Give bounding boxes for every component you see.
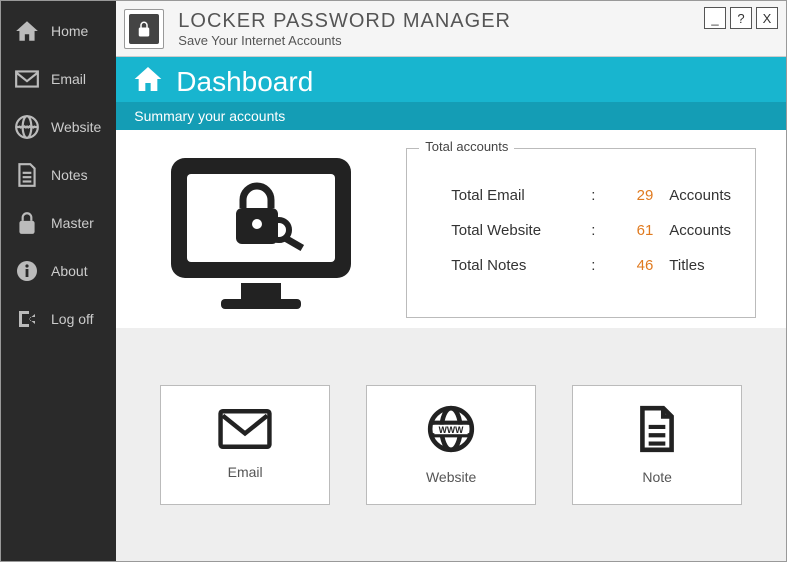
sidebar-item-master[interactable]: Master xyxy=(1,199,116,247)
app-subtitle: Save Your Internet Accounts xyxy=(178,33,704,48)
total-notes-label: Total Notes xyxy=(451,257,581,274)
total-email-value: 29 xyxy=(619,187,659,204)
total-notes-unit: Titles xyxy=(669,257,731,274)
minimize-button[interactable]: _ xyxy=(704,7,726,29)
logout-icon xyxy=(13,305,41,333)
svg-text:WWW: WWW xyxy=(19,125,35,131)
sidebar-item-logoff[interactable]: Log off xyxy=(1,295,116,343)
card-website[interactable]: WWW Website xyxy=(366,385,536,505)
dashboard-subtitle: Summary your accounts xyxy=(116,102,786,130)
home-icon xyxy=(132,63,164,100)
separator: : xyxy=(591,257,609,274)
close-button[interactable]: X xyxy=(756,7,778,29)
dashboard-header: Dashboard Summary your accounts xyxy=(116,57,786,130)
help-button[interactable]: ? xyxy=(730,7,752,29)
app-title: LOCKER PASSWORD MANAGER xyxy=(178,10,704,33)
total-website-label: Total Website xyxy=(451,222,581,239)
sidebar-item-home[interactable]: Home xyxy=(1,7,116,55)
card-note[interactable]: Note xyxy=(572,385,742,505)
sidebar-item-website[interactable]: WWW Website xyxy=(1,103,116,151)
sidebar-item-label: Notes xyxy=(51,167,88,183)
app-logo-button[interactable] xyxy=(124,9,164,49)
home-icon xyxy=(13,17,41,45)
lock-icon xyxy=(129,14,159,44)
sidebar: Home Email WWW Website Notes Master xyxy=(1,1,116,561)
lock-icon xyxy=(13,209,41,237)
notes-icon xyxy=(13,161,41,189)
sidebar-item-label: Website xyxy=(51,119,101,135)
total-email-label: Total Email xyxy=(451,187,581,204)
sidebar-item-label: Log off xyxy=(51,311,94,327)
sidebar-item-email[interactable]: Email xyxy=(1,55,116,103)
separator: : xyxy=(591,222,609,239)
envelope-icon xyxy=(13,65,41,93)
sidebar-item-label: About xyxy=(51,263,88,279)
sidebar-item-notes[interactable]: Notes xyxy=(1,151,116,199)
window-controls: _ ? X xyxy=(704,7,778,29)
card-label: Note xyxy=(642,469,672,485)
note-icon xyxy=(636,404,678,459)
cards-row: Email WWW Website Note xyxy=(116,328,786,561)
card-label: Website xyxy=(426,469,476,485)
total-website-value: 61 xyxy=(619,222,659,239)
total-website-unit: Accounts xyxy=(669,222,731,239)
envelope-icon xyxy=(218,409,272,454)
sidebar-item-label: Email xyxy=(51,71,86,87)
globe-icon: WWW xyxy=(13,113,41,141)
sidebar-item-label: Home xyxy=(51,23,88,39)
totals-legend: Total accounts xyxy=(419,139,514,154)
info-icon xyxy=(13,257,41,285)
main-panel: LOCKER PASSWORD MANAGER Save Your Intern… xyxy=(116,1,786,561)
titlebar: LOCKER PASSWORD MANAGER Save Your Intern… xyxy=(116,1,786,57)
total-email-unit: Accounts xyxy=(669,187,731,204)
globe-icon: WWW xyxy=(426,404,476,459)
totals-fieldset: Total accounts Total Email : 29 Accounts… xyxy=(406,148,756,318)
title-stack: LOCKER PASSWORD MANAGER Save Your Intern… xyxy=(178,10,704,48)
totals-grid: Total Email : 29 Accounts Total Website … xyxy=(451,187,731,274)
app-window: Home Email WWW Website Notes Master xyxy=(0,0,787,562)
monitor-illustration xyxy=(146,148,376,318)
svg-text:WWW: WWW xyxy=(439,425,464,435)
sidebar-item-label: Master xyxy=(51,215,94,231)
card-label: Email xyxy=(228,464,263,480)
sidebar-item-about[interactable]: About xyxy=(1,247,116,295)
separator: : xyxy=(591,187,609,204)
summary-row: Total accounts Total Email : 29 Accounts… xyxy=(116,130,786,328)
content-area: Total accounts Total Email : 29 Accounts… xyxy=(116,130,786,561)
card-email[interactable]: Email xyxy=(160,385,330,505)
dashboard-title: Dashboard xyxy=(176,66,313,98)
total-notes-value: 46 xyxy=(619,257,659,274)
